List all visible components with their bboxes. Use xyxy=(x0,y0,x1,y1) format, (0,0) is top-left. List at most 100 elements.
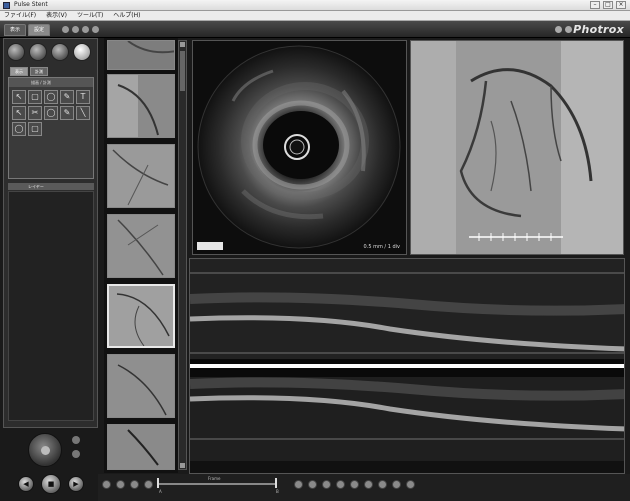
thumbnail-2[interactable] xyxy=(107,74,175,138)
ellipse-tool[interactable]: ◯ xyxy=(44,90,58,104)
menu-help[interactable]: ヘルプ(H) xyxy=(113,11,140,20)
layer-bar[interactable]: レイヤー xyxy=(8,183,94,190)
main-toolbar: 表示 設定 Photrox xyxy=(0,21,630,38)
thumbnail-scrollbar[interactable] xyxy=(178,40,187,470)
mode-button-1[interactable] xyxy=(7,43,25,61)
window-controls: – □ × xyxy=(590,1,626,9)
settings-icon[interactable] xyxy=(565,26,572,33)
play-button[interactable]: ▶ xyxy=(68,476,84,492)
playback-icon-group-left xyxy=(102,480,153,489)
cut-tool[interactable]: ✂ xyxy=(28,106,42,120)
playback-controls: ◀ ■ ▶ xyxy=(18,474,84,494)
annotation-list[interactable] xyxy=(8,191,94,421)
angiography-image xyxy=(411,41,623,254)
pen-tool[interactable]: ✎ xyxy=(60,90,74,104)
help-icon[interactable] xyxy=(555,26,562,33)
mode-button-3[interactable] xyxy=(51,43,69,61)
area-tool[interactable]: ◯ xyxy=(12,122,26,136)
ivus-cross-section-view[interactable]: 0.5 mm / 1 div xyxy=(192,40,407,255)
ivus-frame-badge xyxy=(197,242,223,250)
thumbnail-4[interactable] xyxy=(107,214,175,278)
tab-view[interactable]: 表示 xyxy=(4,24,26,36)
snapshot-icon[interactable] xyxy=(336,480,345,489)
ivus-image xyxy=(197,45,401,249)
stop-button[interactable]: ■ xyxy=(41,474,61,494)
timeline-label-b: B xyxy=(276,489,279,494)
menu-view[interactable]: 表示(V) xyxy=(46,11,67,20)
bottom-timeline-bar: Frame A B xyxy=(98,474,630,501)
close-button[interactable]: × xyxy=(616,1,626,9)
scrollbar-thumb[interactable] xyxy=(180,51,185,91)
thumbnail-3[interactable] xyxy=(107,144,175,208)
left-tool-panel: 表示 計測 描画 / 計測 ↖ ▢ ◯ ✎ T ↖ ✂ ◯ ✎ ╲ ◯ ▢ レイ… xyxy=(3,38,98,428)
subtab-measure[interactable]: 計測 xyxy=(30,67,48,76)
timeline-label: Frame xyxy=(208,476,221,481)
minimize-button[interactable]: – xyxy=(590,1,600,9)
timeline-label-a: A xyxy=(159,489,162,494)
thumbnail-5-selected[interactable] xyxy=(107,284,175,348)
rewind-button[interactable]: ◀ xyxy=(18,476,34,492)
menu-tools[interactable]: ツール(T) xyxy=(77,11,103,20)
export-icon[interactable] xyxy=(364,480,373,489)
timeline-marker-a[interactable] xyxy=(157,478,159,488)
longitudinal-image xyxy=(190,259,624,473)
ivus-scale-text: 0.5 mm / 1 div xyxy=(363,244,400,250)
subtab-view[interactable]: 表示 xyxy=(10,67,28,76)
brand-logo: Photrox xyxy=(573,23,624,36)
tab-settings[interactable]: 設定 xyxy=(28,24,50,36)
zoom-in-icon[interactable] xyxy=(294,480,303,489)
rectangle-tool[interactable]: ▢ xyxy=(28,90,42,104)
joystick-side-buttons xyxy=(72,436,80,458)
brand-icons xyxy=(555,26,572,33)
angiography-view[interactable] xyxy=(410,40,624,255)
scroll-down-arrow[interactable] xyxy=(180,463,185,468)
measure-icon[interactable] xyxy=(322,480,331,489)
toolbox-header: 描画 / 計測 xyxy=(9,78,93,87)
compare-icon[interactable] xyxy=(378,480,387,489)
scroll-up-arrow[interactable] xyxy=(180,42,185,47)
drawing-toolbox: 描画 / 計測 ↖ ▢ ◯ ✎ T ↖ ✂ ◯ ✎ ╲ ◯ ▢ xyxy=(8,77,94,179)
play-forward-icon[interactable] xyxy=(144,480,153,489)
frame-timeline[interactable] xyxy=(157,483,277,485)
frame-tool[interactable]: ▢ xyxy=(28,122,42,136)
mode-button-4[interactable] xyxy=(73,43,91,61)
thumbnail-1[interactable] xyxy=(107,40,175,70)
select-tool[interactable]: ↖ xyxy=(12,106,26,120)
joystick-knob[interactable] xyxy=(41,446,50,455)
step-up-button[interactable] xyxy=(72,436,80,444)
circle-tool[interactable]: ◯ xyxy=(44,106,58,120)
navigation-joystick[interactable] xyxy=(28,433,62,467)
toolbar-icon-4[interactable] xyxy=(92,26,99,33)
play-reverse-icon[interactable] xyxy=(130,480,139,489)
timeline-marker-b[interactable] xyxy=(275,478,277,488)
window-titlebar: Pulse Stent – □ × xyxy=(0,0,630,11)
mode-button-2[interactable] xyxy=(29,43,47,61)
line-tool[interactable]: ╲ xyxy=(76,106,90,120)
pointer-tool[interactable]: ↖ xyxy=(12,90,26,104)
loop-icon[interactable] xyxy=(392,480,401,489)
zoom-out-icon[interactable] xyxy=(308,480,317,489)
tool-grid: ↖ ▢ ◯ ✎ T ↖ ✂ ◯ ✎ ╲ ◯ ▢ xyxy=(12,90,90,136)
draw-tool[interactable]: ✎ xyxy=(60,106,74,120)
bookmark-icon[interactable] xyxy=(350,480,359,489)
step-down-button[interactable] xyxy=(72,450,80,458)
thumbnail-6[interactable] xyxy=(107,354,175,418)
toolbar-icon-2[interactable] xyxy=(72,26,79,33)
settings-icon[interactable] xyxy=(406,480,415,489)
thumbnail-strip xyxy=(104,38,178,473)
app-icon xyxy=(3,2,10,9)
prev-frame-icon[interactable] xyxy=(116,480,125,489)
playback-icon-group-right xyxy=(294,480,415,489)
mode-buttons xyxy=(7,43,91,61)
menu-file[interactable]: ファイル(F) xyxy=(4,11,36,20)
text-tool[interactable]: T xyxy=(76,90,90,104)
toolbar-icon-1[interactable] xyxy=(62,26,69,33)
window-title: Pulse Stent xyxy=(14,1,48,8)
thumbnail-7[interactable] xyxy=(107,424,175,470)
toolbar-icon-3[interactable] xyxy=(82,26,89,33)
panel-subtabs: 表示 計測 xyxy=(10,67,48,76)
maximize-button[interactable]: □ xyxy=(603,1,613,9)
longitudinal-view[interactable] xyxy=(189,258,625,474)
menu-bar: ファイル(F) 表示(V) ツール(T) ヘルプ(H) xyxy=(0,11,630,21)
first-frame-icon[interactable] xyxy=(102,480,111,489)
